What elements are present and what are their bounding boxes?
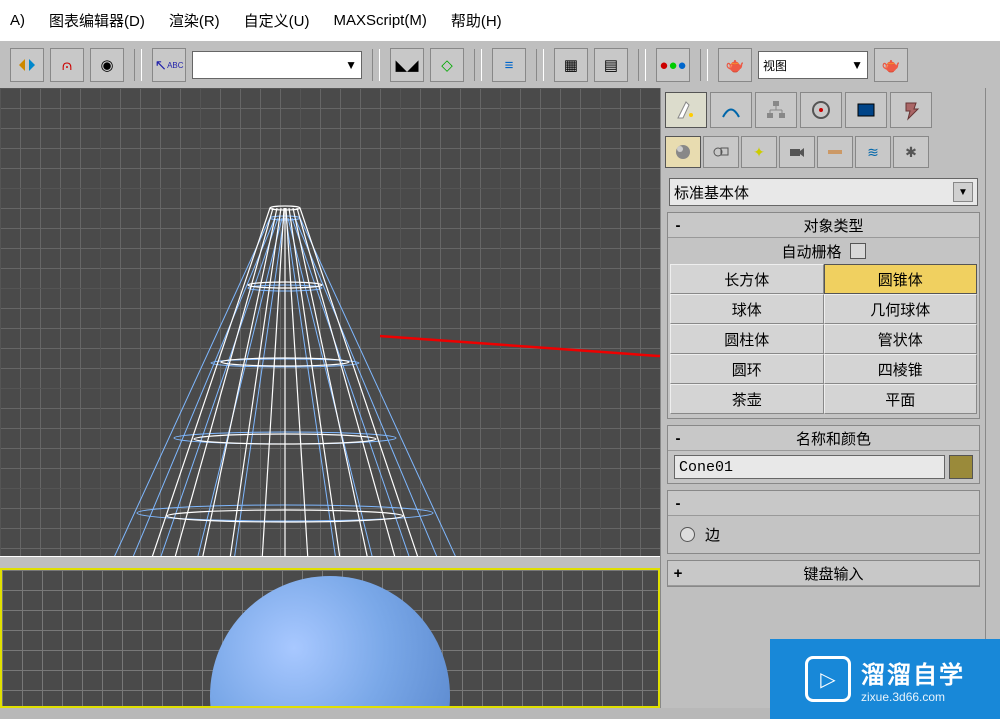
magnet-icon[interactable]: ⩀ xyxy=(50,48,84,82)
cone-wireframe xyxy=(0,88,660,556)
menu-item-custom[interactable]: 自定义(U) xyxy=(244,10,310,31)
command-panel: ✦ ≋ ✱ 标准基本体 ▼ - 对象类型 自动栅格 长方体 圆锥体 球体 几何球… xyxy=(660,88,986,708)
autogrid-checkbox[interactable] xyxy=(850,243,866,259)
viewport-perspective[interactable] xyxy=(0,568,660,708)
watermark-title: 溜溜自学 xyxy=(861,655,965,690)
menu-item-graph[interactable]: 图表编辑器(D) xyxy=(49,10,145,31)
utilities-tab[interactable] xyxy=(890,92,932,128)
primitive-cone[interactable]: 圆锥体 xyxy=(824,264,978,294)
primitive-plane[interactable]: 平面 xyxy=(824,384,978,414)
name-color-rollout: - 名称和颜色 xyxy=(667,425,980,484)
category-dropdown[interactable]: 标准基本体 ▼ xyxy=(669,178,978,206)
main-toolbar: ⩀ ◉ ↖ABC ▼ ◣◢ ◇ ≡ ▦ ▤ ●●● 🫖 视图▼ 🫖 xyxy=(0,40,1000,90)
menu-item-help[interactable]: 帮助(H) xyxy=(451,10,502,31)
align-icon[interactable]: ◇ xyxy=(430,48,464,82)
creation-method-header[interactable]: - xyxy=(668,491,979,516)
menu-item-a[interactable]: A) xyxy=(10,12,25,29)
menu-bar: A) 图表编辑器(D) 渲染(R) 自定义(U) MAXScript(M) 帮助… xyxy=(0,0,1000,41)
display-tab[interactable] xyxy=(845,92,887,128)
cameras-tab[interactable] xyxy=(779,136,815,168)
creation-method-rollout: - 边 xyxy=(667,490,980,554)
category-label: 标准基本体 xyxy=(674,182,749,203)
panel-scrollbar[interactable] xyxy=(985,88,1000,708)
hierarchy-tab[interactable] xyxy=(755,92,797,128)
watermark: ▷ 溜溜自学 zixue.3d66.com xyxy=(770,639,1000,719)
curve-editor-icon[interactable]: ▦ xyxy=(554,48,588,82)
chevron-down-icon: ▼ xyxy=(953,182,973,202)
render-setup-icon[interactable]: 🫖 xyxy=(718,48,752,82)
mirror-icon[interactable]: ◣◢ xyxy=(390,48,424,82)
menu-item-render[interactable]: 渲染(R) xyxy=(169,10,220,31)
collapse-icon: - xyxy=(668,430,688,447)
play-icon: ▷ xyxy=(805,656,851,702)
lights-tab[interactable]: ✦ xyxy=(741,136,777,168)
viewport-front[interactable]: x y x xyxy=(0,88,660,556)
shapes-tab[interactable] xyxy=(703,136,739,168)
primitive-tube[interactable]: 管状体 xyxy=(824,324,978,354)
flip-icon[interactable] xyxy=(10,48,44,82)
cone-shaded xyxy=(210,576,450,708)
keyboard-header[interactable]: + 键盘输入 xyxy=(668,561,979,586)
object-type-header[interactable]: - 对象类型 xyxy=(668,213,979,238)
selection-set-dropdown[interactable]: ▼ xyxy=(192,51,362,79)
primitive-geosphere[interactable]: 几何球体 xyxy=(824,294,978,324)
primitive-torus[interactable]: 圆环 xyxy=(670,354,824,384)
layers-icon[interactable]: ≡ xyxy=(492,48,526,82)
panel-tabs xyxy=(661,88,986,132)
view-dropdown[interactable]: 视图▼ xyxy=(758,51,868,79)
quick-render-icon[interactable]: 🫖 xyxy=(874,48,908,82)
collapse-icon: + xyxy=(668,565,688,582)
spacewarps-tab[interactable]: ≋ xyxy=(855,136,891,168)
create-subtabs: ✦ ≋ ✱ xyxy=(661,132,986,172)
motion-tab[interactable] xyxy=(800,92,842,128)
helpers-tab[interactable] xyxy=(817,136,853,168)
color-swatch[interactable] xyxy=(949,455,973,479)
geometry-tab[interactable] xyxy=(665,136,701,168)
object-name-input[interactable] xyxy=(674,455,945,479)
collapse-icon: - xyxy=(668,495,688,512)
primitive-pyramid[interactable]: 四棱锥 xyxy=(824,354,978,384)
menu-item-maxscript[interactable]: MAXScript(M) xyxy=(333,12,426,29)
primitive-teapot[interactable]: 茶壶 xyxy=(670,384,824,414)
primitive-sphere[interactable]: 球体 xyxy=(670,294,824,324)
select-abc-icon[interactable]: ↖ABC xyxy=(152,48,186,82)
collapse-icon: - xyxy=(668,217,688,234)
primitive-cylinder[interactable]: 圆柱体 xyxy=(670,324,824,354)
object-type-rollout: - 对象类型 自动栅格 长方体 圆锥体 球体 几何球体 圆柱体 管状体 圆环 四… xyxy=(667,212,980,419)
keyboard-rollout: + 键盘输入 xyxy=(667,560,980,587)
create-tab[interactable] xyxy=(665,92,707,128)
schematic-icon[interactable]: ▤ xyxy=(594,48,628,82)
autogrid-label: 自动栅格 xyxy=(781,241,841,262)
watermark-url: zixue.3d66.com xyxy=(861,690,945,704)
primitive-box[interactable]: 长方体 xyxy=(670,264,824,294)
radio-edge-label: 边 xyxy=(705,524,720,545)
modify-tab[interactable] xyxy=(710,92,752,128)
radio-edge[interactable] xyxy=(680,527,695,542)
snap-icon[interactable]: ◉ xyxy=(90,48,124,82)
material-icon[interactable]: ●●● xyxy=(656,48,690,82)
systems-tab[interactable]: ✱ xyxy=(893,136,929,168)
name-color-header[interactable]: - 名称和颜色 xyxy=(668,426,979,451)
